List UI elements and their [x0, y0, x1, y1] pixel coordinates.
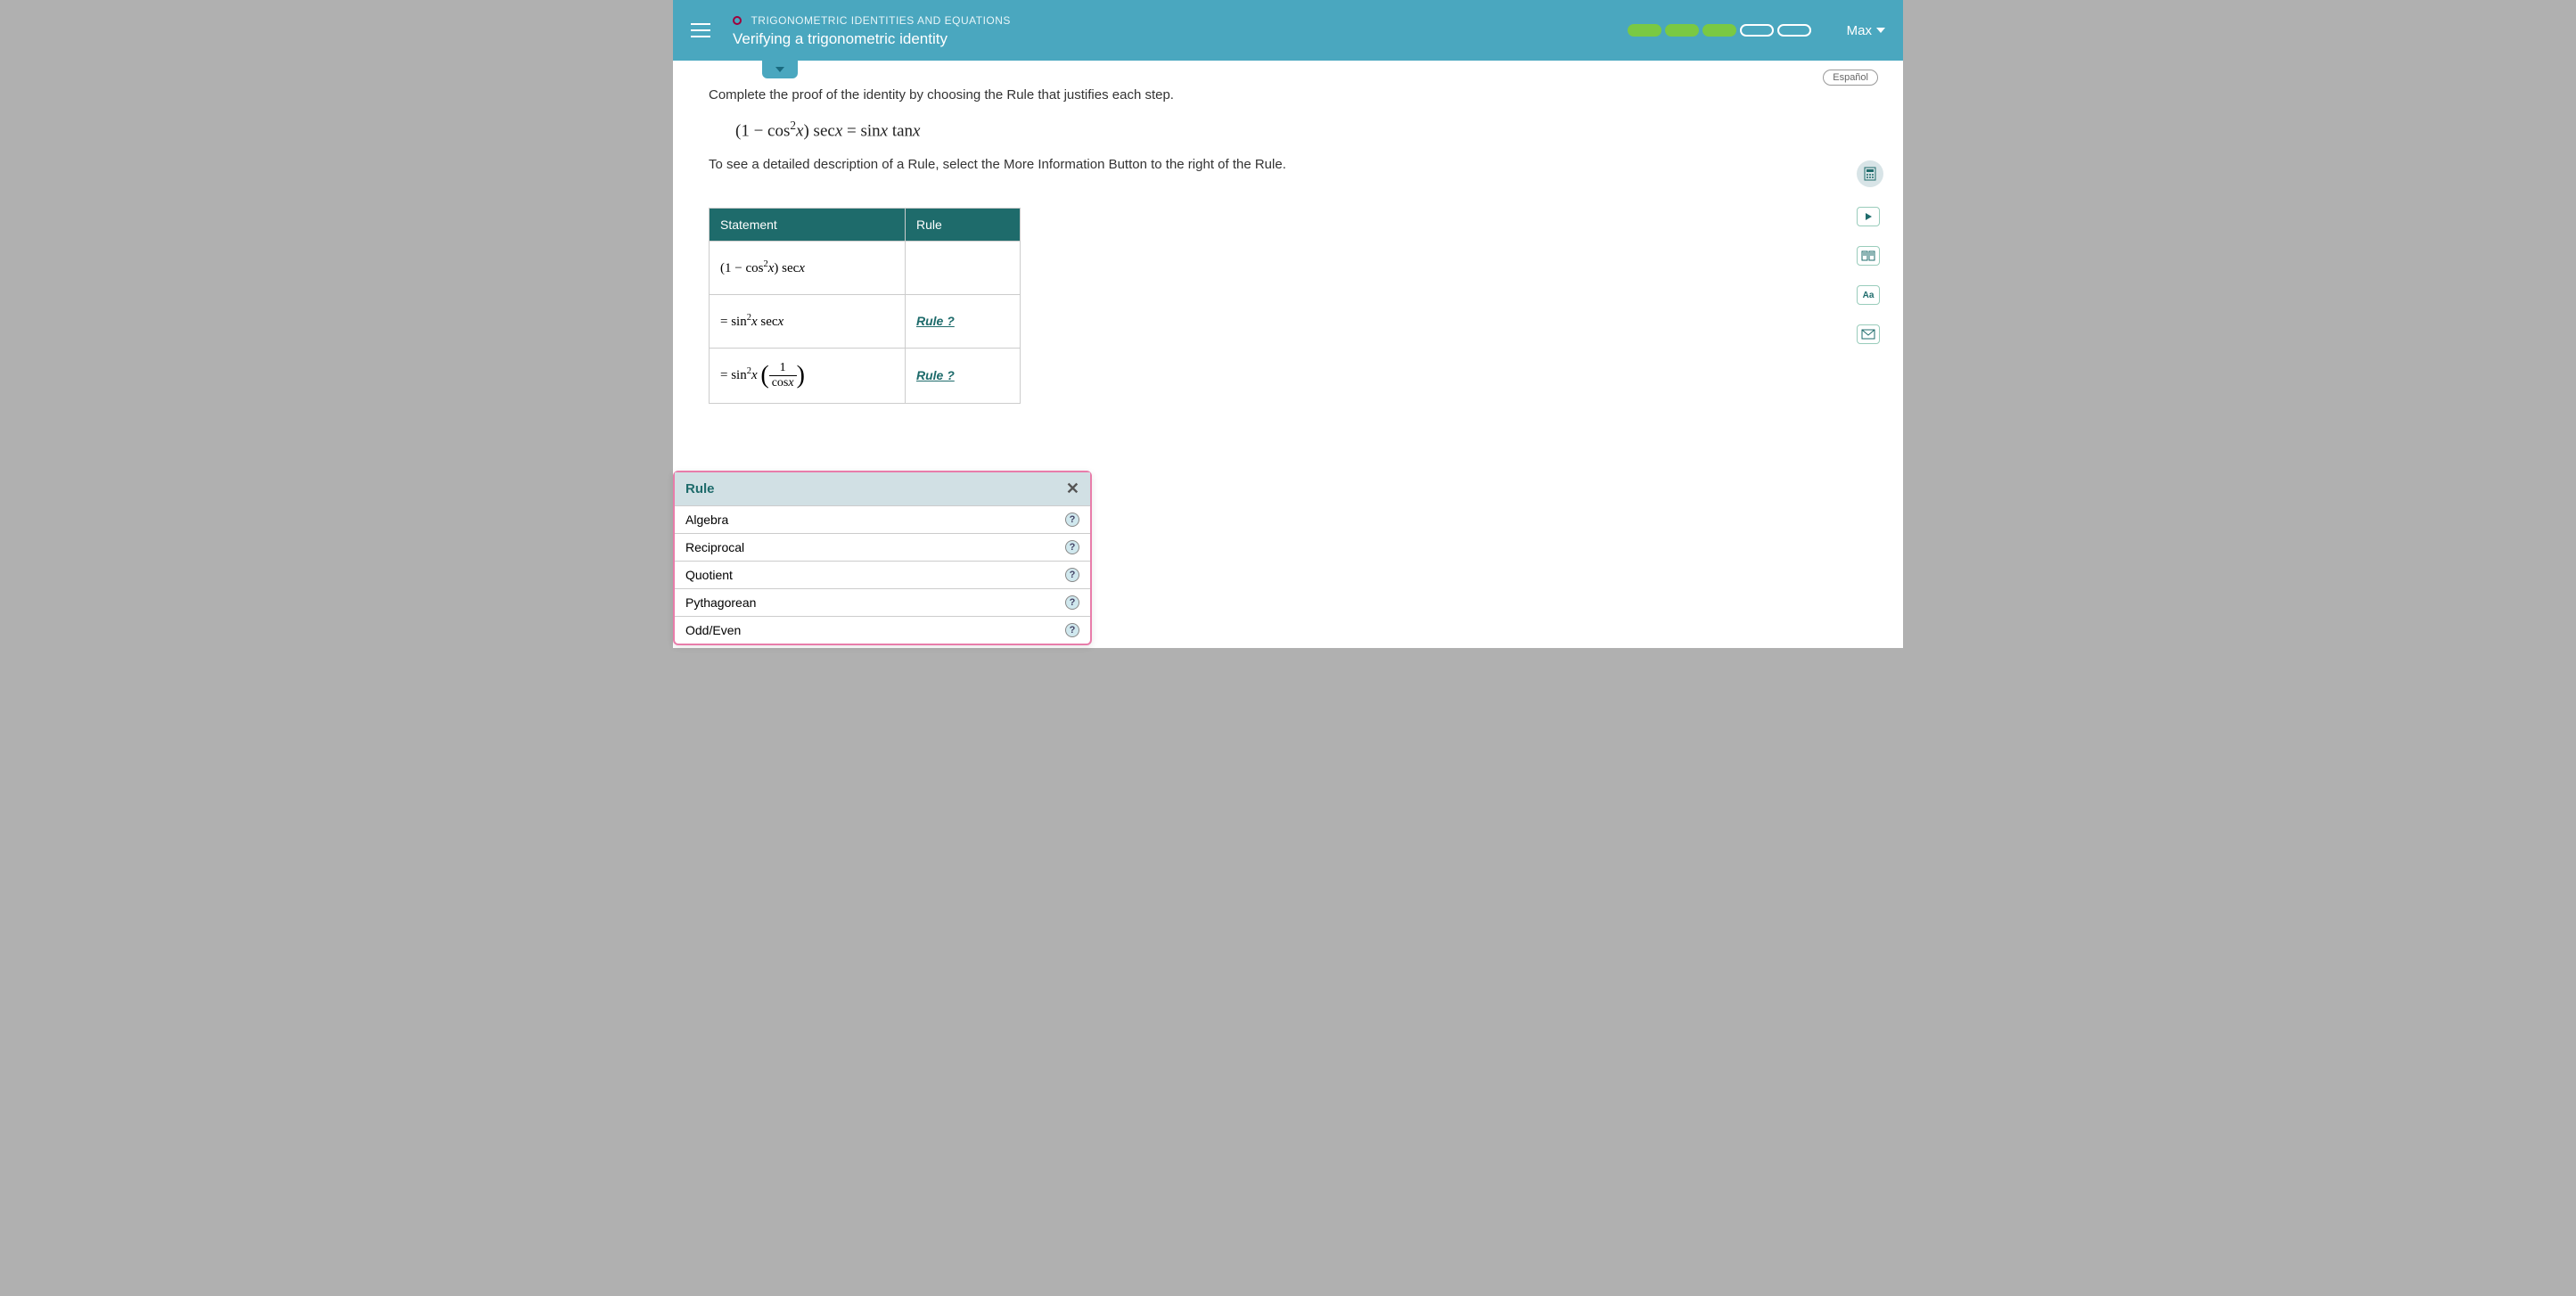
- glossary-label: Aa: [1863, 291, 1875, 300]
- identity-equation: (1 − cos2x) secx = sinx tanx: [735, 119, 1867, 141]
- rule-option-label: Pythagorean: [685, 595, 756, 610]
- category-indicator-icon: [733, 16, 742, 25]
- statement-cell: = sin2x secx: [710, 295, 906, 349]
- info-icon[interactable]: ?: [1065, 623, 1079, 637]
- user-menu[interactable]: Max: [1847, 23, 1885, 38]
- textbook-icon[interactable]: [1857, 246, 1880, 266]
- info-icon[interactable]: ?: [1065, 568, 1079, 582]
- rule-cell: Rule ?: [906, 349, 1021, 404]
- progress-seg-4: [1740, 24, 1774, 37]
- rule-cell: Rule ?: [906, 295, 1021, 349]
- statement-cell: = sin2x (1cosx): [710, 349, 906, 404]
- calculator-icon[interactable]: [1857, 160, 1883, 187]
- sub-instruction-text: To see a detailed description of a Rule,…: [709, 157, 1867, 172]
- rule-select-link[interactable]: Rule ?: [916, 314, 955, 328]
- user-name: Max: [1847, 23, 1872, 38]
- info-icon[interactable]: ?: [1065, 513, 1079, 527]
- info-icon[interactable]: ?: [1065, 540, 1079, 554]
- statement-cell: (1 − cos2x) secx: [710, 242, 906, 295]
- rule-option-algebra[interactable]: Algebra ?: [675, 505, 1090, 533]
- rule-popup-header: Rule ✕: [675, 472, 1090, 505]
- rule-option-oddeven[interactable]: Odd/Even ?: [675, 616, 1090, 644]
- glossary-icon[interactable]: Aa: [1857, 285, 1880, 305]
- proof-table: Statement Rule (1 − cos2x) secx = sin2x …: [709, 208, 1021, 404]
- message-icon[interactable]: [1857, 324, 1880, 344]
- content-area: Complete the proof of the identity by ch…: [673, 61, 1903, 431]
- rule-option-label: Odd/Even: [685, 623, 741, 637]
- category-line: TRIGONOMETRIC IDENTITIES AND EQUATIONS: [733, 12, 1628, 29]
- header-bar: TRIGONOMETRIC IDENTITIES AND EQUATIONS V…: [673, 0, 1903, 61]
- table-row: = sin2x secx Rule ?: [710, 295, 1021, 349]
- rule-popup-title: Rule: [685, 481, 715, 496]
- rule-option-pythagorean[interactable]: Pythagorean ?: [675, 588, 1090, 616]
- progress-seg-2: [1665, 24, 1699, 37]
- rule-option-label: Quotient: [685, 568, 733, 582]
- title-group: TRIGONOMETRIC IDENTITIES AND EQUATIONS V…: [733, 12, 1628, 48]
- side-toolbar: Aa: [1857, 160, 1883, 344]
- chevron-down-icon: [1876, 28, 1885, 33]
- progress-seg-3: [1702, 24, 1736, 37]
- rule-popup: Rule ✕ Algebra ? Reciprocal ? Quotient ?…: [673, 471, 1092, 645]
- menu-icon[interactable]: [691, 23, 710, 37]
- progress-seg-1: [1628, 24, 1661, 37]
- rule-cell: [906, 242, 1021, 295]
- category-text: TRIGONOMETRIC IDENTITIES AND EQUATIONS: [751, 14, 1010, 27]
- table-row: (1 − cos2x) secx: [710, 242, 1021, 295]
- progress-seg-5: [1777, 24, 1811, 37]
- app-frame: TRIGONOMETRIC IDENTITIES AND EQUATIONS V…: [673, 0, 1903, 648]
- progress-bar: [1628, 24, 1811, 37]
- col-statement: Statement: [710, 209, 906, 242]
- page-title: Verifying a trigonometric identity: [733, 30, 1628, 48]
- rule-option-label: Algebra: [685, 513, 728, 527]
- instruction-text: Complete the proof of the identity by ch…: [709, 87, 1867, 103]
- rule-option-reciprocal[interactable]: Reciprocal ?: [675, 533, 1090, 561]
- rule-option-label: Reciprocal: [685, 540, 744, 554]
- col-rule: Rule: [906, 209, 1021, 242]
- rule-select-link[interactable]: Rule ?: [916, 368, 955, 382]
- info-icon[interactable]: ?: [1065, 595, 1079, 610]
- table-row: = sin2x (1cosx) Rule ?: [710, 349, 1021, 404]
- video-icon[interactable]: [1857, 207, 1880, 226]
- rule-option-quotient[interactable]: Quotient ?: [675, 561, 1090, 588]
- close-icon[interactable]: ✕: [1066, 480, 1079, 498]
